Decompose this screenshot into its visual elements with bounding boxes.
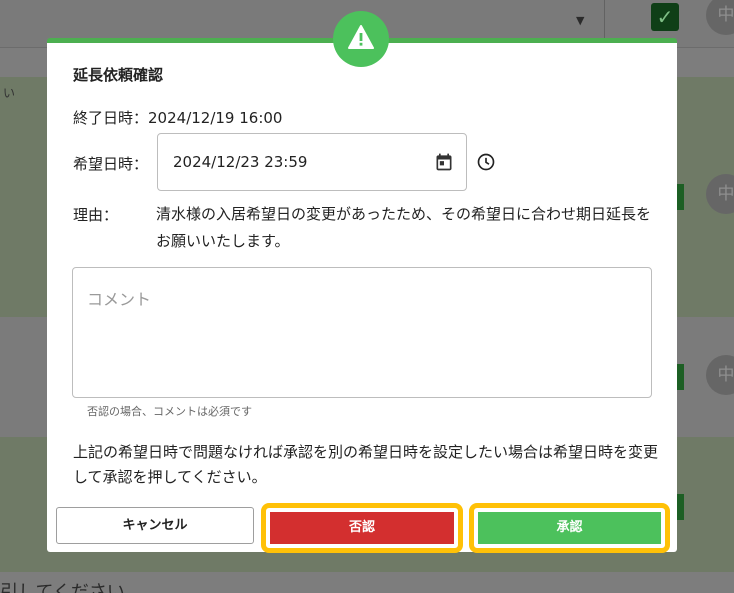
calendar-icon[interactable] xyxy=(434,152,454,172)
comment-field[interactable] xyxy=(72,267,652,398)
reason-label: 理由： xyxy=(73,206,119,224)
background-text: 引してください xyxy=(0,582,125,593)
warning-icon xyxy=(348,25,374,49)
comment-hint: 否認の場合、コメントは必須です xyxy=(87,405,252,418)
warning-badge xyxy=(333,11,389,67)
hope-datetime-input[interactable]: 2024/12/23 23:59 xyxy=(157,133,467,191)
end-datetime-label: 終了日時： xyxy=(73,109,149,127)
background-button xyxy=(676,494,684,520)
dialog-title: 延長依頼確認 xyxy=(73,66,164,84)
clock-icon[interactable] xyxy=(476,152,496,172)
approval-notice: 上記の希望日時で問題なければ承認を別の希望日時を設定したい場合は希望日時を変更し… xyxy=(73,443,659,486)
hope-datetime-label: 希望日時： xyxy=(73,155,149,173)
background-button xyxy=(676,184,684,210)
checkbox-checked-icon: ✓ xyxy=(651,3,679,31)
end-datetime: 終了日時：2024/12/19 16:00 xyxy=(73,107,282,128)
background-text: い xyxy=(3,86,16,100)
dropdown-arrow-icon: ▼ xyxy=(576,14,585,27)
background-button xyxy=(676,364,684,390)
hope-datetime-value: 2024/12/23 23:59 xyxy=(173,153,308,171)
cancel-button[interactable]: キャンセル xyxy=(56,507,254,544)
approve-button[interactable]: 承認 xyxy=(478,512,661,544)
end-datetime-value: 2024/12/19 16:00 xyxy=(148,109,283,127)
reject-button[interactable]: 否認 xyxy=(270,512,454,544)
reason-text: 清水様の入居希望日の変更があったため、その希望日に合わせ期日延長をお願いいたしま… xyxy=(156,205,652,250)
